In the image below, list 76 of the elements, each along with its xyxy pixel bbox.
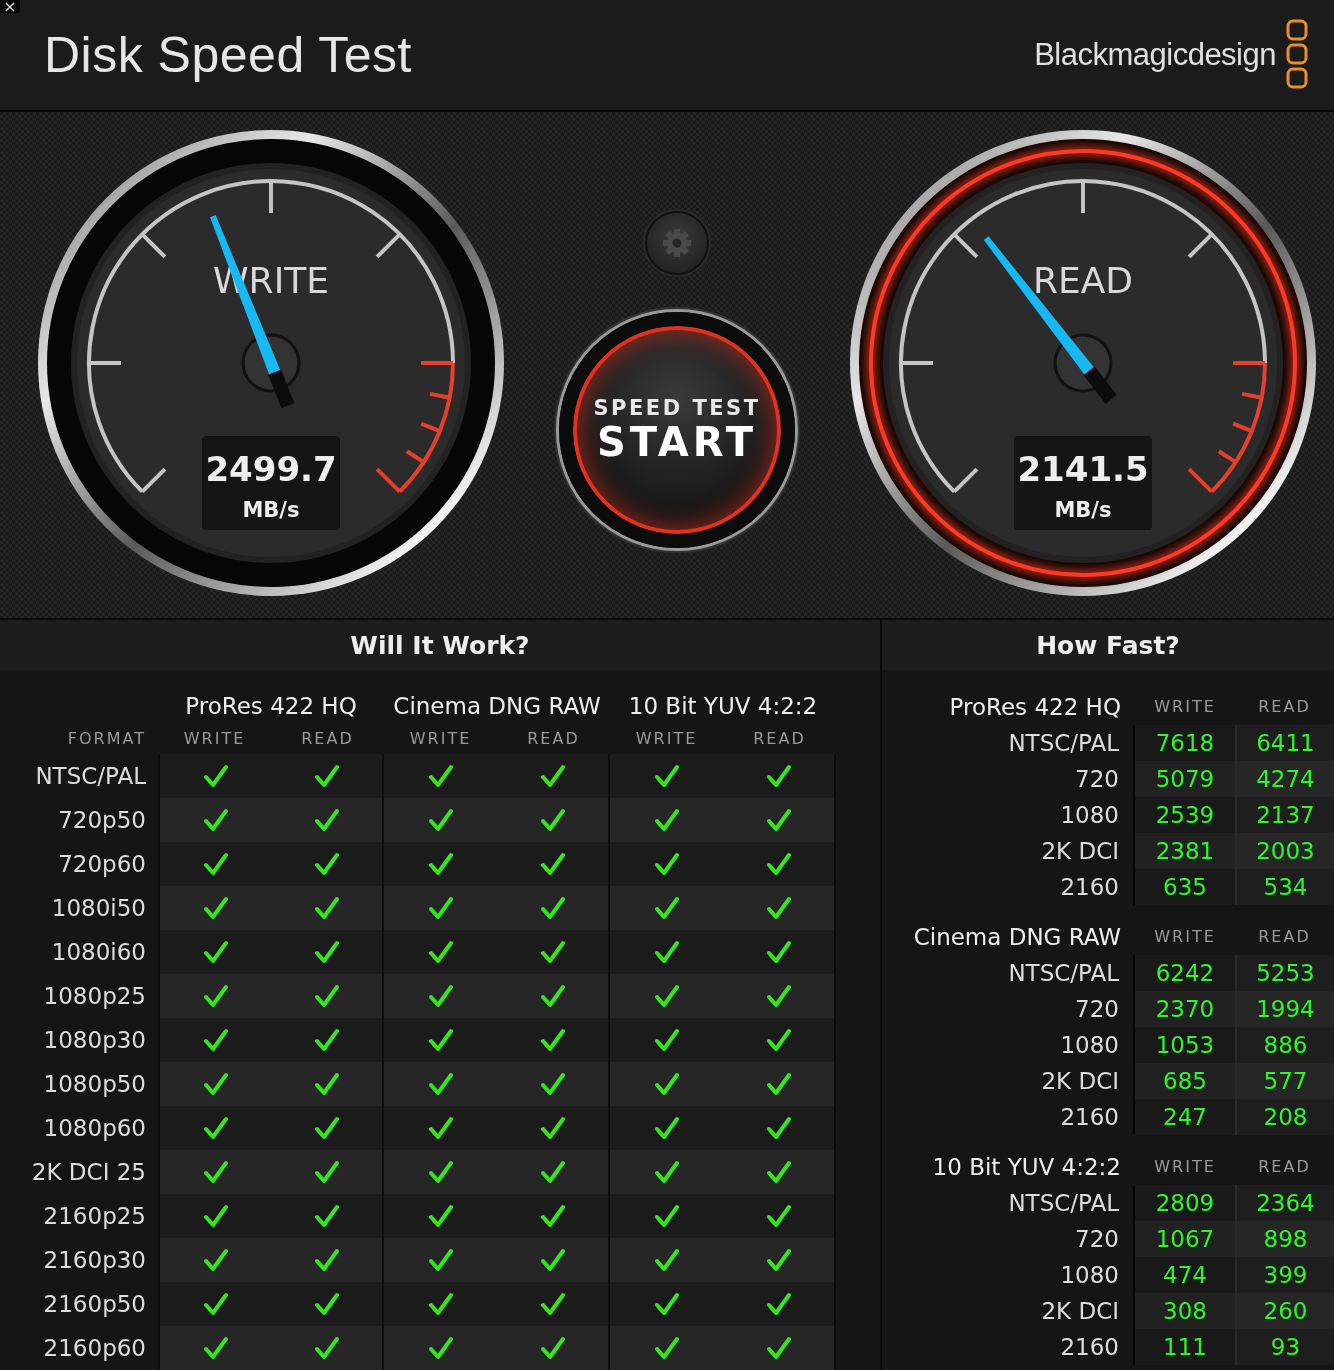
unit-label: MB/s xyxy=(1054,498,1112,522)
read-speed: 208 xyxy=(1235,1099,1334,1135)
speed-value: 2499.7 xyxy=(205,449,337,489)
codec-name: Cinema DNG RAW xyxy=(392,692,602,721)
write-speed: 2539 xyxy=(1135,797,1235,833)
column-header: READ xyxy=(1257,1156,1312,1178)
gauge-label: READ xyxy=(1032,260,1134,301)
codec-name: Cinema DNG RAW xyxy=(912,923,1122,952)
window-title: Disk Speed Test xyxy=(44,26,412,84)
write-speed: 247 xyxy=(1135,1099,1235,1135)
read-speed: 2003 xyxy=(1235,833,1334,869)
codec-name: ProRes 422 HQ xyxy=(948,693,1122,722)
write-speed: 5079 xyxy=(1135,761,1235,797)
speed-value: 2141.5 xyxy=(1017,449,1149,489)
column-header: WRITE xyxy=(1153,1156,1217,1178)
write-speed: 474 xyxy=(1135,1257,1235,1293)
codec-name: 10 Bit YUV 4:2:2 xyxy=(931,1153,1122,1182)
read-speed: 534 xyxy=(1235,869,1334,905)
write-speed: 1067 xyxy=(1135,1221,1235,1257)
write-speed: 1053 xyxy=(1135,1027,1235,1063)
read-speed: 93 xyxy=(1235,1329,1334,1365)
settings-button[interactable] xyxy=(645,211,709,275)
read-speed: 886 xyxy=(1235,1027,1334,1063)
write-speed: 635 xyxy=(1135,869,1235,905)
read-speed: 1994 xyxy=(1235,991,1334,1027)
format-label: 2160p25 xyxy=(42,1202,147,1231)
format-label: 1080i60 xyxy=(50,938,147,967)
format-label: 1080p60 xyxy=(42,1114,147,1143)
format-label: NTSC/PAL xyxy=(34,762,147,791)
column-header: READ xyxy=(526,728,581,750)
read-speed: 6411 xyxy=(1235,725,1334,761)
format-label: 1080p30 xyxy=(42,1026,147,1055)
logo-icon xyxy=(1286,19,1308,91)
format-label: 1080p50 xyxy=(42,1070,147,1099)
write-speed: 2370 xyxy=(1135,991,1235,1027)
format-label: 720p50 xyxy=(57,806,147,835)
column-header: WRITE xyxy=(408,728,473,750)
read-speed: 260 xyxy=(1235,1293,1334,1329)
format-label: 2160p60 xyxy=(42,1334,147,1363)
write-speed: 111 xyxy=(1135,1329,1235,1365)
unit-label: MB/s xyxy=(242,498,300,522)
brand-name: Blackmagicdesign xyxy=(1034,37,1276,73)
read-speed: 2137 xyxy=(1235,797,1334,833)
format-label: 2K DCI 25 xyxy=(30,1158,147,1187)
write-speed: 2809 xyxy=(1135,1185,1235,1221)
format-label: 2160p50 xyxy=(42,1290,147,1319)
codec-name: ProRes 422 HQ xyxy=(184,692,358,721)
column-header: READ xyxy=(752,728,807,750)
read-speed: 399 xyxy=(1235,1257,1334,1293)
read-speed: 898 xyxy=(1235,1221,1334,1257)
column-header: WRITE xyxy=(182,728,247,750)
column-header: WRITE xyxy=(1153,926,1217,948)
format-label: 1080i50 xyxy=(50,894,147,923)
format-label: 1080p25 xyxy=(42,982,147,1011)
column-header: READ xyxy=(1257,696,1312,718)
section-title: Will It Work? xyxy=(0,620,880,670)
format-label: 720p60 xyxy=(57,850,147,879)
column-header: READ xyxy=(1257,926,1312,948)
write-speed: 7618 xyxy=(1135,725,1235,761)
read-speed: 2364 xyxy=(1235,1185,1334,1221)
write-speed: 685 xyxy=(1135,1063,1235,1099)
settings-icon xyxy=(662,228,692,258)
format-label: 2160p30 xyxy=(42,1246,147,1275)
column-header: FORMAT xyxy=(66,728,147,750)
write-speed: 6242 xyxy=(1135,955,1235,991)
read-speed: 5253 xyxy=(1235,955,1334,991)
section-title: How Fast? xyxy=(882,620,1334,670)
column-header: WRITE xyxy=(1153,696,1217,718)
read-speed: 577 xyxy=(1235,1063,1334,1099)
close-button[interactable]: × xyxy=(0,0,20,13)
column-header: READ xyxy=(300,728,355,750)
codec-name: 10 Bit YUV 4:2:2 xyxy=(627,692,819,721)
write-speed: 308 xyxy=(1135,1293,1235,1329)
column-header: WRITE xyxy=(634,728,699,750)
write-speed: 2381 xyxy=(1135,833,1235,869)
read-speed: 4274 xyxy=(1235,761,1334,797)
